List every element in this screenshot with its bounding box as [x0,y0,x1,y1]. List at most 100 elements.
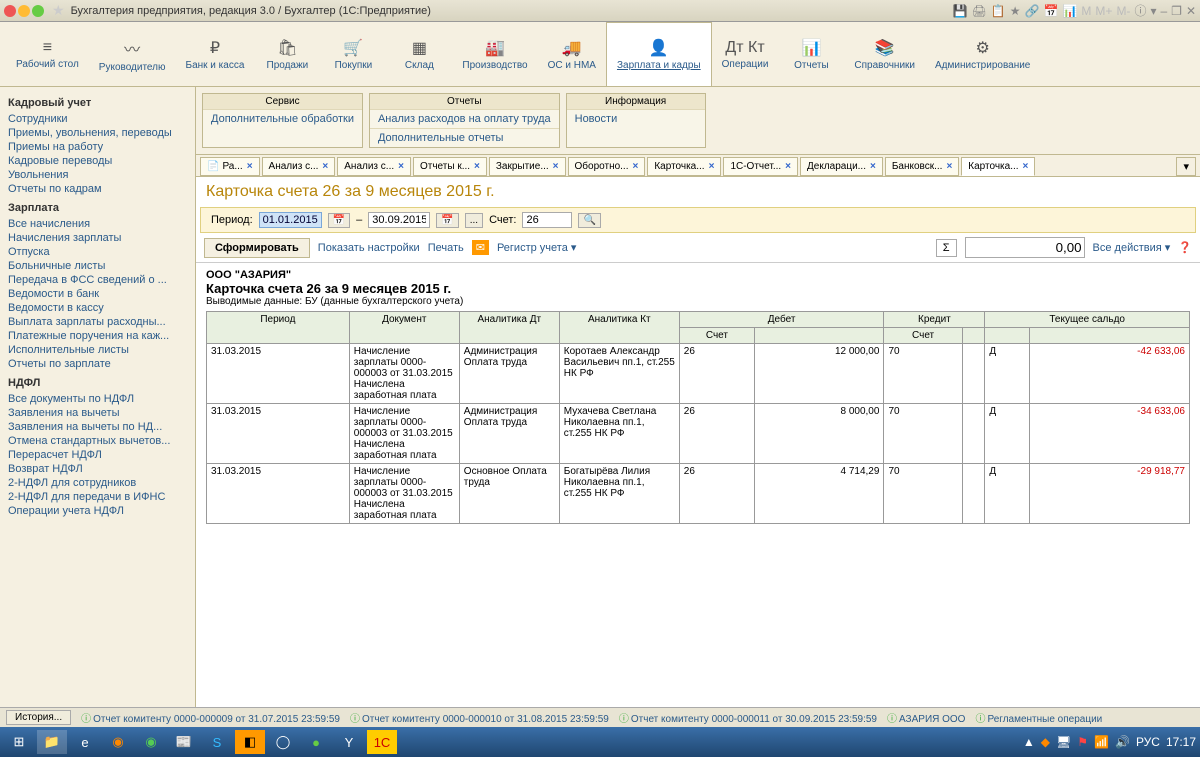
titlebar-tools[interactable]: 💾🖨📋★🔗📅📊MM+M-ⓘ▾–❐✕ [953,2,1196,19]
status-item[interactable]: ⓘОтчет комитенту 0000-000010 от 31.08.20… [350,710,609,725]
taskbar-app[interactable]: 1С [367,730,397,754]
register-link[interactable]: Регистр учета ▾ [497,241,576,254]
tray-lang[interactable]: РУС [1136,735,1160,749]
status-item[interactable]: ⓘРегламентные операции [975,710,1102,725]
taskbar-app[interactable]: 📰 [169,730,199,754]
close-icon[interactable]: × [870,161,876,172]
calendar-icon[interactable]: 📅 [328,213,350,228]
tabs-more[interactable]: ▾ [1176,157,1196,176]
close-icon[interactable]: × [398,161,404,172]
document-tab[interactable]: Анализ с...× [337,157,411,176]
favorite-icon[interactable]: ★ [52,2,65,19]
taskbar-app[interactable]: ● [301,730,331,754]
nav-Рабочий-стол[interactable]: ≡Рабочий стол [6,22,89,86]
taskbar-app[interactable]: 📁 [37,730,67,754]
system-tray[interactable]: ▲◆🖥⚑📶🔊 РУС 17:17 [1023,735,1196,749]
sum-input[interactable] [965,237,1085,258]
account-lookup-button[interactable]: 🔍 [578,213,600,228]
sidebar-link[interactable]: Платежные поручения на каж... [8,329,193,343]
show-settings-link[interactable]: Показать настройки [318,242,420,254]
sidebar-link[interactable]: Увольнения [8,168,193,182]
document-tab[interactable]: 1С-Отчет...× [723,157,798,176]
sidebar-link[interactable]: Кадровые переводы [8,154,193,168]
sidebar-link[interactable]: Все документы по НДФЛ [8,392,193,406]
nav-Руководителю[interactable]: 〰Руководителю [89,22,176,86]
sidebar-link[interactable]: Исполнительные листы [8,343,193,357]
document-tab[interactable]: Карточка...× [647,157,721,176]
os-taskbar[interactable]: ⊞ 📁 e ◉ ◉ 📰 S ◧ ◯ ● Y 1С ▲◆🖥⚑📶🔊 РУС 17:1… [0,727,1200,757]
sidebar-link[interactable]: Начисления зарплаты [8,231,193,245]
status-item[interactable]: ⓘОтчет комитенту 0000-000009 от 31.07.20… [81,710,340,725]
sidebar-link[interactable]: Ведомости в банк [8,287,193,301]
taskbar-app[interactable]: Y [334,730,364,754]
sidebar-link[interactable]: Отпуска [8,245,193,259]
email-icon[interactable]: ✉ [472,240,489,255]
sidebar-link[interactable]: Все начисления [8,217,193,231]
nav-Производство[interactable]: 🏭Производство [452,22,537,86]
print-link[interactable]: Печать [428,242,464,254]
sidebar-link[interactable]: Отмена стандартных вычетов... [8,434,193,448]
toolbox-link[interactable]: Дополнительные обработки [203,109,362,128]
close-icon[interactable]: × [247,161,253,172]
sidebar-link[interactable]: Приемы, увольнения, переводы [8,126,193,140]
sidebar-link[interactable]: Возврат НДФЛ [8,462,193,476]
taskbar-app[interactable]: e [70,730,100,754]
sidebar-link[interactable]: Отчеты по зарплате [8,357,193,371]
sidebar-link[interactable]: Заявления на вычеты [8,406,193,420]
sidebar-link[interactable]: Заявления на вычеты по НД... [8,420,193,434]
status-item[interactable]: ⓘОтчет комитенту 0000-000011 от 30.09.20… [619,710,877,725]
nav-Банк-и-касса[interactable]: ₽Банк и касса [176,22,255,86]
close-icon[interactable]: × [785,161,791,172]
document-tab[interactable]: 📄Ра...× [200,157,260,176]
close-icon[interactable]: × [553,161,559,172]
taskbar-app[interactable]: S [202,730,232,754]
taskbar-app[interactable]: ◉ [136,730,166,754]
close-icon[interactable]: × [709,161,715,172]
period-more-button[interactable]: ... [465,213,483,228]
nav-Покупки[interactable]: 🛒Покупки [320,22,386,86]
all-actions-link[interactable]: Все действия ▾ [1093,241,1171,254]
table-row[interactable]: 31.03.2015Начисление зарплаты 0000-00000… [207,464,1190,524]
nav-Операции[interactable]: Дт КтОперации [712,22,779,86]
taskbar-app[interactable]: ◉ [103,730,133,754]
calendar-icon[interactable]: 📅 [436,213,458,228]
document-tab[interactable]: Отчеты к...× [413,157,487,176]
sidebar-link[interactable]: Больничные листы [8,259,193,273]
sidebar-link[interactable]: Сотрудники [8,112,193,126]
nav-Продажи[interactable]: 🛍Продажи [254,22,320,86]
close-icon[interactable]: × [946,161,952,172]
form-button[interactable]: Сформировать [204,238,310,258]
window-controls[interactable] [4,5,44,17]
close-icon[interactable]: × [474,161,480,172]
status-item[interactable]: ⓘАЗАРИЯ ООО [887,710,965,725]
sidebar-link[interactable]: Операции учета НДФЛ [8,504,193,518]
nav-Склад[interactable]: ▦Склад [386,22,452,86]
sum-icon[interactable]: Σ [936,239,957,257]
sidebar-link[interactable]: Ведомости в кассу [8,301,193,315]
sidebar-link[interactable]: Выплата зарплаты расходны... [8,315,193,329]
document-tab[interactable]: Деклараци...× [800,157,883,176]
period-to-input[interactable] [368,212,430,228]
toolbox-link[interactable]: Анализ расходов на оплату труда [370,109,559,128]
table-row[interactable]: 31.03.2015Начисление зарплаты 0000-00000… [207,344,1190,404]
document-tab[interactable]: Закрытие...× [489,157,566,176]
document-tab[interactable]: Оборотно...× [568,157,646,176]
start-button[interactable]: ⊞ [4,730,34,754]
taskbar-app[interactable]: ◯ [268,730,298,754]
sidebar-link[interactable]: Передача в ФСС сведений о ... [8,273,193,287]
taskbar-app[interactable]: ◧ [235,730,265,754]
close-icon[interactable]: × [322,161,328,172]
period-from-input[interactable]: 01.01.2015 [259,212,322,228]
toolbox-link[interactable]: Дополнительные отчеты [370,128,559,147]
history-button[interactable]: История... [6,710,71,725]
nav-Справочники[interactable]: 📚Справочники [844,22,925,86]
sidebar-link[interactable]: Приемы на работу [8,140,193,154]
close-icon[interactable]: × [633,161,639,172]
nav-Администрирование[interactable]: ⚙Администрирование [925,22,1040,86]
sidebar-link[interactable]: Перерасчет НДФЛ [8,448,193,462]
close-icon[interactable]: × [1023,161,1029,172]
document-tab[interactable]: Банковск...× [885,157,959,176]
sidebar-link[interactable]: Отчеты по кадрам [8,182,193,196]
document-tab[interactable]: Карточка...× [961,157,1035,176]
table-row[interactable]: 31.03.2015Начисление зарплаты 0000-00000… [207,404,1190,464]
